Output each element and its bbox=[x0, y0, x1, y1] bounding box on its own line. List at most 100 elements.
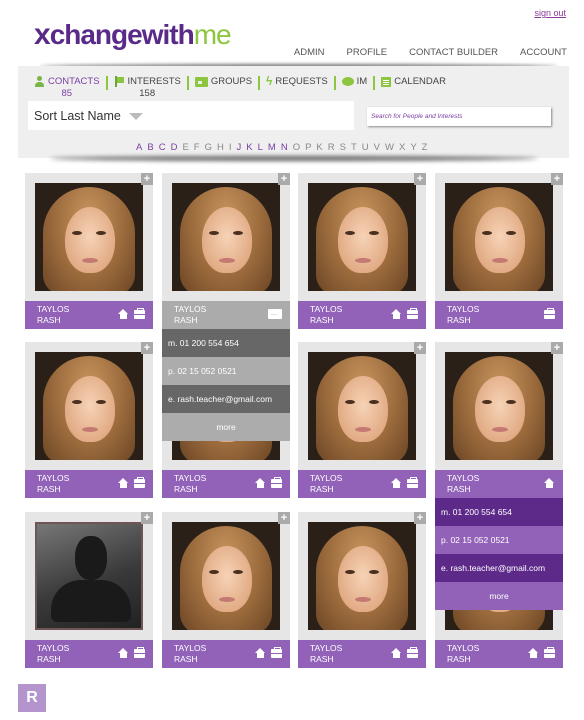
briefcase-icon[interactable] bbox=[271, 477, 282, 488]
briefcase-icon[interactable] bbox=[407, 477, 418, 488]
letter-filter[interactable]: P bbox=[305, 142, 311, 153]
contact-name-bar[interactable]: TAYLOS RASH bbox=[162, 301, 290, 329]
letter-filter[interactable]: T bbox=[351, 142, 357, 153]
home-icon[interactable] bbox=[391, 309, 402, 319]
briefcase-icon[interactable] bbox=[134, 477, 145, 488]
letter-filter[interactable]: S bbox=[340, 142, 346, 153]
briefcase-icon[interactable] bbox=[407, 647, 418, 658]
nav-contact-builder[interactable]: CONTACT BUILDER bbox=[409, 47, 498, 58]
briefcase-icon[interactable] bbox=[271, 647, 282, 658]
nav-account[interactable]: ACCOUNT bbox=[520, 47, 567, 58]
letter-filter[interactable]: Y bbox=[410, 142, 416, 153]
letter-filter[interactable]: W bbox=[385, 142, 394, 153]
letter-filter[interactable]: L bbox=[258, 142, 263, 153]
logo[interactable]: x changewith me bbox=[34, 16, 232, 50]
briefcase-icon[interactable] bbox=[134, 647, 145, 658]
home-icon[interactable] bbox=[255, 478, 266, 488]
nav-admin[interactable]: ADMIN bbox=[294, 47, 325, 58]
add-contact-button[interactable]: + bbox=[414, 173, 426, 185]
add-contact-button[interactable]: + bbox=[278, 173, 290, 185]
contact-name-bar[interactable]: TAYLOS RASH bbox=[435, 470, 563, 498]
add-contact-button[interactable]: + bbox=[141, 342, 153, 354]
email-address[interactable]: e. rash.teacher@gmail.com bbox=[435, 554, 563, 582]
search-input[interactable] bbox=[367, 107, 551, 126]
letter-filter[interactable]: B bbox=[147, 142, 153, 153]
more-button[interactable]: more bbox=[162, 413, 290, 441]
sort-dropdown[interactable]: Sort Last Name bbox=[28, 101, 354, 130]
letter-filter[interactable]: R bbox=[328, 142, 335, 153]
letter-filter[interactable]: M bbox=[268, 142, 276, 153]
tab-contacts[interactable]: CONTACTS 85 bbox=[34, 76, 100, 99]
letter-filter[interactable]: I bbox=[229, 142, 232, 153]
phone-number[interactable]: p. 02 15 052 0521 bbox=[162, 357, 290, 385]
tab-calendar[interactable]: CALENDAR bbox=[381, 76, 446, 87]
mobile-number[interactable]: m. 01 200 554 654 bbox=[162, 329, 290, 357]
contact-card[interactable]: + TAYLOSRASH bbox=[435, 173, 563, 329]
contact-name-bar[interactable]: TAYLOS RASH bbox=[25, 640, 153, 668]
home-icon[interactable] bbox=[118, 648, 129, 658]
contact-name-bar[interactable]: TAYLOS RASH bbox=[435, 640, 563, 668]
contact-name-bar[interactable]: TAYLOS RASH bbox=[435, 301, 563, 329]
letter-filter[interactable]: J bbox=[237, 142, 242, 153]
briefcase-icon[interactable] bbox=[407, 308, 418, 319]
contact-card[interactable]: + TAYLOSRASH bbox=[25, 512, 153, 668]
letter-filter[interactable]: N bbox=[281, 142, 288, 153]
home-icon[interactable] bbox=[544, 478, 555, 488]
contact-name-bar[interactable]: TAYLOS RASH bbox=[298, 640, 426, 668]
contact-card[interactable]: + TAYLOSRASH bbox=[298, 512, 426, 668]
contact-name-bar[interactable]: TAYLOS RASH bbox=[25, 301, 153, 329]
letter-filter[interactable]: O bbox=[293, 142, 300, 153]
briefcase-icon[interactable] bbox=[544, 647, 555, 658]
home-icon[interactable] bbox=[118, 309, 129, 319]
tab-interests[interactable]: INTERESTS 158 bbox=[114, 76, 181, 99]
letter-filter[interactable]: Z bbox=[422, 142, 428, 153]
letter-filter[interactable]: H bbox=[217, 142, 224, 153]
contact-card[interactable]: + TAYLOSRASH bbox=[162, 173, 290, 329]
contact-card[interactable]: + TAYLOSRASH bbox=[298, 342, 426, 498]
letter-filter[interactable]: F bbox=[194, 142, 200, 153]
add-contact-button[interactable]: + bbox=[551, 342, 563, 354]
nav-profile[interactable]: PROFILE bbox=[347, 47, 388, 58]
contact-name-bar[interactable]: TAYLOS RASH bbox=[25, 470, 153, 498]
email-address[interactable]: e. rash.teacher@gmail.com bbox=[162, 385, 290, 413]
home-icon[interactable] bbox=[391, 478, 402, 488]
add-contact-button[interactable]: + bbox=[551, 173, 563, 185]
add-contact-button[interactable]: + bbox=[414, 512, 426, 524]
contact-card[interactable]: + TAYLOSRASH bbox=[435, 342, 563, 498]
contact-name-bar[interactable]: TAYLOS RASH bbox=[162, 470, 290, 498]
contact-card[interactable]: + TAYLOSRASH bbox=[25, 342, 153, 498]
letter-filter[interactable]: K bbox=[246, 142, 252, 153]
letter-filter[interactable]: X bbox=[399, 142, 405, 153]
letter-filter[interactable]: E bbox=[182, 142, 188, 153]
folder-icon[interactable] bbox=[268, 308, 282, 319]
letter-filter[interactable]: U bbox=[362, 142, 369, 153]
contact-card[interactable]: + TAYLOSRASH bbox=[25, 173, 153, 329]
briefcase-icon[interactable] bbox=[544, 308, 555, 319]
contact-name-bar[interactable]: TAYLOS RASH bbox=[162, 640, 290, 668]
letter-filter[interactable]: A bbox=[136, 142, 142, 153]
tab-im[interactable]: IM bbox=[341, 76, 367, 87]
tab-requests[interactable]: ϟ REQUESTS bbox=[266, 75, 328, 87]
add-contact-button[interactable]: + bbox=[278, 512, 290, 524]
letter-filter[interactable]: C bbox=[159, 142, 166, 153]
letter-filter[interactable]: G bbox=[205, 142, 212, 153]
contact-card[interactable]: + TAYLOSRASH bbox=[298, 173, 426, 329]
home-icon[interactable] bbox=[255, 648, 266, 658]
contact-name-bar[interactable]: TAYLOS RASH bbox=[298, 301, 426, 329]
tab-groups[interactable]: GROUPS bbox=[194, 76, 252, 87]
add-contact-button[interactable]: + bbox=[141, 173, 153, 185]
r-badge[interactable]: R bbox=[18, 684, 46, 712]
contact-card[interactable]: + TAYLOSRASH bbox=[162, 512, 290, 668]
sign-out-link[interactable]: sign out bbox=[534, 8, 566, 18]
briefcase-icon[interactable] bbox=[134, 308, 145, 319]
letter-filter[interactable]: K bbox=[316, 142, 322, 153]
mobile-number[interactable]: m. 01 200 554 654 bbox=[435, 498, 563, 526]
add-contact-button[interactable]: + bbox=[141, 512, 153, 524]
letter-filter[interactable]: V bbox=[374, 142, 380, 153]
add-contact-button[interactable]: + bbox=[414, 342, 426, 354]
phone-number[interactable]: p. 02 15 052 0521 bbox=[435, 526, 563, 554]
contact-name-bar[interactable]: TAYLOS RASH bbox=[298, 470, 426, 498]
home-icon[interactable] bbox=[391, 648, 402, 658]
home-icon[interactable] bbox=[118, 478, 129, 488]
home-icon[interactable] bbox=[528, 648, 539, 658]
